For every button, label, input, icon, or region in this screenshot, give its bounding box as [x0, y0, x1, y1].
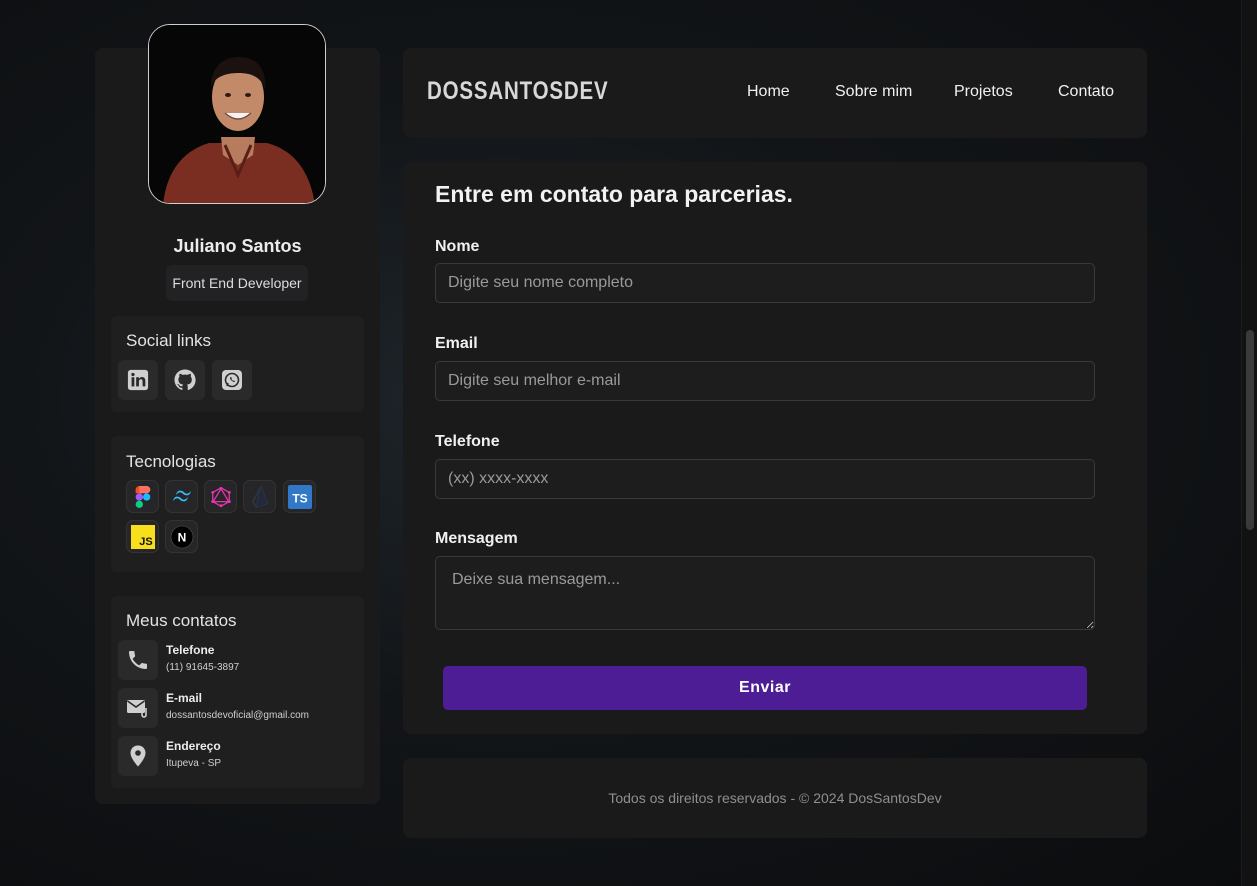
tech-figma	[126, 480, 159, 513]
phone-label: Telefone	[435, 433, 500, 450]
graphql-icon	[210, 486, 231, 507]
location-icon	[130, 745, 146, 767]
name-input[interactable]	[435, 263, 1095, 303]
send-button[interactable]: Enviar	[443, 666, 1087, 710]
name-label: Nome	[435, 238, 480, 255]
technologies-title: Tecnologias	[126, 452, 216, 471]
mail-icon-box	[118, 688, 158, 728]
tech-graphql	[204, 480, 237, 513]
form-title: Entre em contato para parcerias.	[435, 181, 793, 207]
site-header: DOSSANTOSDEV Home Sobre mim Projetos Con…	[403, 48, 1147, 138]
location-icon-box	[118, 736, 158, 776]
nav-projects[interactable]: Projetos	[954, 83, 1013, 101]
linkedin-link[interactable]	[118, 360, 158, 400]
contact-phone-label: Telefone	[166, 643, 215, 657]
message-label: Mensagem	[435, 530, 518, 547]
social-links-title: Social links	[126, 331, 212, 350]
nav-contact[interactable]: Contato	[1058, 83, 1114, 101]
contact-email-label: E-mail	[166, 691, 203, 705]
footer-copyright: Todos os direitos reservados - © 2024 Do…	[608, 790, 942, 806]
phone-icon-box	[118, 640, 158, 680]
typescript-label: TS	[292, 491, 307, 505]
scrollbar-thumb[interactable]	[1246, 330, 1254, 530]
tech-prisma	[243, 480, 276, 513]
profile-sidebar: Juliano Santos Front End Developer Socia…	[95, 24, 380, 804]
technologies-card: Tecnologias TS JS N	[111, 436, 364, 572]
site-footer: Todos os direitos reservados - © 2024 Do…	[403, 758, 1147, 838]
nextjs-label: N	[177, 530, 186, 544]
javascript-label: JS	[139, 536, 152, 548]
nav-about[interactable]: Sobre mim	[835, 83, 912, 101]
contact-address-label: Endereço	[166, 739, 221, 753]
avatar	[148, 24, 326, 204]
typescript-icon: TS	[287, 484, 312, 509]
page-scrollbar[interactable]	[1241, 0, 1257, 886]
tech-nextjs: N	[165, 520, 198, 553]
contact-phone-value: (11) 91645-3897	[166, 662, 240, 673]
contacts-card: Meus contatos Telefone (11) 91645-3897 E…	[111, 596, 364, 788]
github-icon	[174, 369, 196, 391]
contacts-title: Meus contatos	[126, 611, 237, 630]
whatsapp-link[interactable]	[212, 360, 252, 400]
tech-typescript: TS	[283, 480, 316, 513]
profile-photo	[149, 25, 325, 203]
tech-javascript: JS	[126, 520, 159, 553]
mail-icon	[127, 700, 147, 718]
site-logo[interactable]: DOSSANTOSDEV	[427, 77, 608, 106]
prisma-icon	[251, 485, 268, 508]
profile-role-badge: Front End Developer	[166, 265, 308, 301]
profile-name: Juliano Santos	[173, 236, 302, 256]
nav-home[interactable]: Home	[747, 83, 790, 101]
javascript-icon: JS	[130, 524, 155, 549]
contact-address-value: Itupeva - SP	[166, 758, 222, 769]
github-link[interactable]	[165, 360, 205, 400]
contact-form-card: Entre em contato para parcerias. Nome Em…	[403, 162, 1147, 734]
contact-email-value: dossantosdevoficial@gmail.com	[166, 710, 309, 721]
tailwind-icon	[172, 490, 191, 501]
email-input[interactable]	[435, 361, 1095, 401]
nextjs-icon: N	[170, 525, 193, 548]
figma-icon	[135, 485, 150, 508]
linkedin-icon	[127, 369, 149, 391]
tech-tailwind	[165, 480, 198, 513]
social-links-card: Social links	[111, 316, 364, 412]
whatsapp-icon	[222, 370, 242, 390]
phone-icon	[129, 651, 147, 669]
message-textarea[interactable]	[435, 556, 1095, 630]
email-label: Email	[435, 335, 478, 352]
phone-input[interactable]	[435, 459, 1095, 499]
